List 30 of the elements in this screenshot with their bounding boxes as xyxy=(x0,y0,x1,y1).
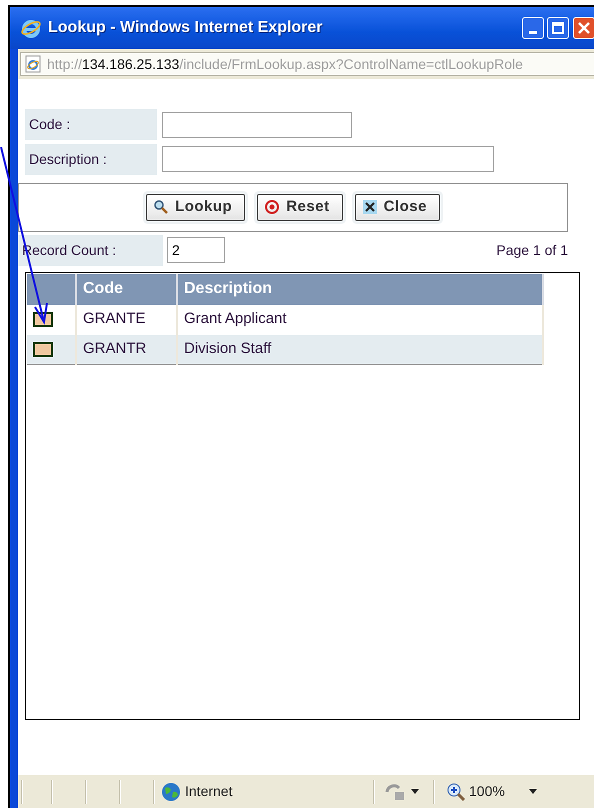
text-field[interactable] xyxy=(162,112,352,138)
close-button[interactable] xyxy=(572,17,594,39)
minimize-icon xyxy=(528,30,536,34)
table-cell: GRANTR xyxy=(76,334,177,364)
maximize-button[interactable] xyxy=(547,17,569,39)
window-title: Lookup - Windows Internet Explorer xyxy=(48,18,323,38)
close-icon xyxy=(578,22,590,34)
column-header: Description xyxy=(177,274,543,304)
security-zone-label: Internet xyxy=(185,782,232,801)
zoom-icon xyxy=(447,782,465,800)
field-label: Code : xyxy=(25,109,157,140)
field-label: Description : xyxy=(25,144,157,174)
page-icon xyxy=(25,55,41,73)
page-indicator: Page 1 of 1 xyxy=(496,240,568,260)
address-field[interactable]: http://134.186.25.133/include/FrmLookup.aspx?ControlName=ctlLookupRole xyxy=(20,52,594,76)
column-header: Code xyxy=(76,274,177,304)
reset-icon xyxy=(264,199,280,215)
ie-logo-icon xyxy=(20,17,42,39)
minimize-button[interactable] xyxy=(522,17,544,39)
zoom-level[interactable]: 100% xyxy=(469,781,505,802)
caret-icon[interactable] xyxy=(529,789,537,794)
caret-icon[interactable] xyxy=(411,789,419,794)
text-field[interactable] xyxy=(162,146,494,172)
table-cell: Division Staff xyxy=(177,334,543,364)
search-icon xyxy=(153,199,170,215)
record-count-field[interactable]: 2 xyxy=(167,237,225,263)
maximize-icon xyxy=(552,22,564,34)
close-icon xyxy=(362,199,378,215)
globe-icon xyxy=(161,782,181,802)
select-row-icon[interactable] xyxy=(33,342,53,357)
